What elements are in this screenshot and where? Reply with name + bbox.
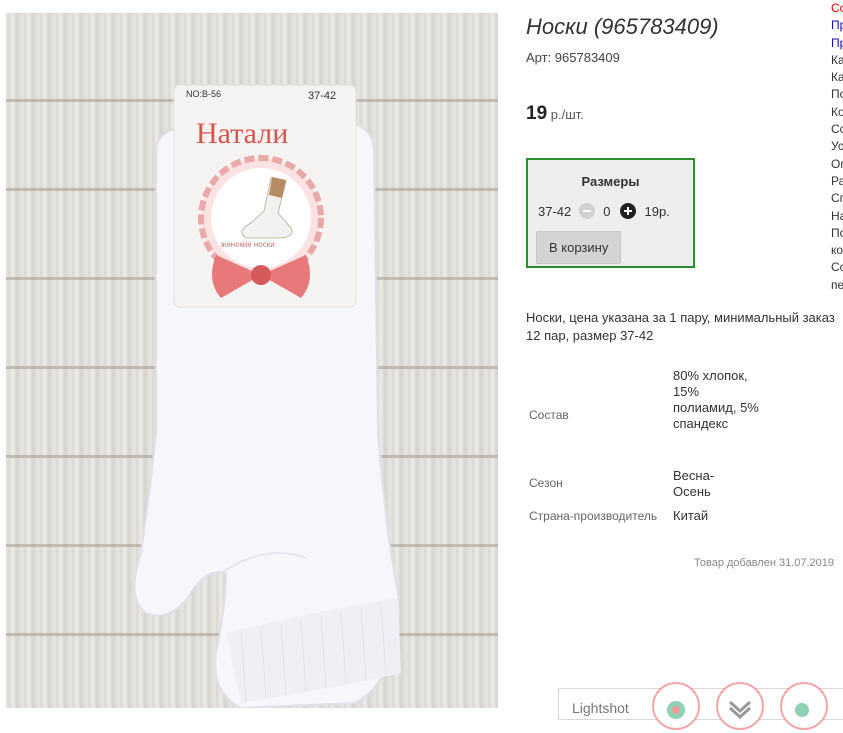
spec-value-season: Весна-Осень bbox=[673, 468, 715, 499]
side-menu-item[interactable]: Ра bbox=[831, 173, 843, 190]
add-to-cart-button[interactable]: В корзину bbox=[536, 231, 622, 264]
sock-illustration: NO:B-56 37-42 Натали женские носки bbox=[133, 84, 401, 708]
side-menu-item[interactable]: Ус bbox=[831, 138, 843, 155]
product-title: Носки (965783409) bbox=[526, 14, 719, 39]
side-menu-item[interactable]: Пр bbox=[831, 35, 843, 52]
lightshot-label: Lightshot bbox=[572, 700, 629, 716]
product-sku: Арт: 965783409 bbox=[526, 50, 620, 65]
lightshot-share-icon[interactable] bbox=[652, 682, 700, 730]
lightshot-chevron-down-icon[interactable] bbox=[716, 682, 764, 730]
package-code: NO:B-56 bbox=[186, 89, 221, 99]
spec-label-country: Страна-производитель bbox=[529, 509, 658, 523]
side-menu-item[interactable]: Сп bbox=[831, 190, 843, 207]
package-caption: женские носки bbox=[221, 240, 275, 249]
side-menu-item[interactable]: Ка bbox=[831, 69, 843, 86]
spec-value-composition: 80% хлопок, 15% полиамид, 5% спандекс bbox=[673, 368, 759, 431]
side-menu-item[interactable]: Оп bbox=[831, 156, 843, 173]
increase-quantity-button[interactable] bbox=[620, 203, 637, 219]
side-menu-item[interactable]: Ко bbox=[831, 104, 843, 121]
added-date: Товар добавлен 31.07.2019 bbox=[694, 557, 835, 569]
side-menu-item[interactable]: Сс bbox=[831, 121, 843, 138]
side-menu-item[interactable]: Ка bbox=[831, 52, 843, 69]
product-price: 19 р./шт. bbox=[526, 103, 584, 125]
side-menu-item[interactable]: ко bbox=[831, 242, 843, 259]
spec-label-composition: Состав bbox=[529, 408, 569, 422]
spec-label-season: Сезон bbox=[529, 476, 563, 490]
side-menu-item[interactable]: По bbox=[831, 86, 843, 103]
decrease-quantity-button[interactable] bbox=[579, 203, 596, 219]
quantity-value: 0 bbox=[603, 203, 611, 219]
package-size: 37-42 bbox=[308, 90, 336, 102]
side-menu-item[interactable]: Сс bbox=[831, 0, 843, 17]
price-unit: р./шт. bbox=[550, 107, 584, 122]
product-description: Носки, цена указана за 1 пару, минимальн… bbox=[526, 310, 835, 343]
size-row: 37-42 0 19р. bbox=[538, 203, 670, 219]
price-value: 19 bbox=[526, 103, 548, 124]
side-menu-item[interactable]: пе bbox=[831, 277, 843, 294]
side-menu: СсПрПрКаКаПоКоСсУсОпРаСпНаПокоСопе bbox=[831, 0, 843, 294]
product-photo: NO:B-56 37-42 Натали женские носки bbox=[6, 13, 498, 708]
package-brand: Натали bbox=[196, 117, 288, 150]
sizes-panel: Размеры 37-42 0 19р. В корзину bbox=[526, 158, 695, 268]
lightshot-search-icon[interactable] bbox=[780, 682, 828, 730]
side-menu-item[interactable]: Пр bbox=[831, 17, 843, 34]
side-menu-item[interactable]: Со bbox=[831, 259, 843, 276]
sizes-title: Размеры bbox=[581, 174, 640, 189]
side-menu-item[interactable]: По bbox=[831, 225, 843, 242]
size-label: 37-42 bbox=[538, 203, 572, 219]
size-price: 19р. bbox=[644, 203, 670, 219]
spec-value-country: Китай bbox=[673, 508, 709, 523]
side-menu-item[interactable]: На bbox=[831, 208, 843, 225]
